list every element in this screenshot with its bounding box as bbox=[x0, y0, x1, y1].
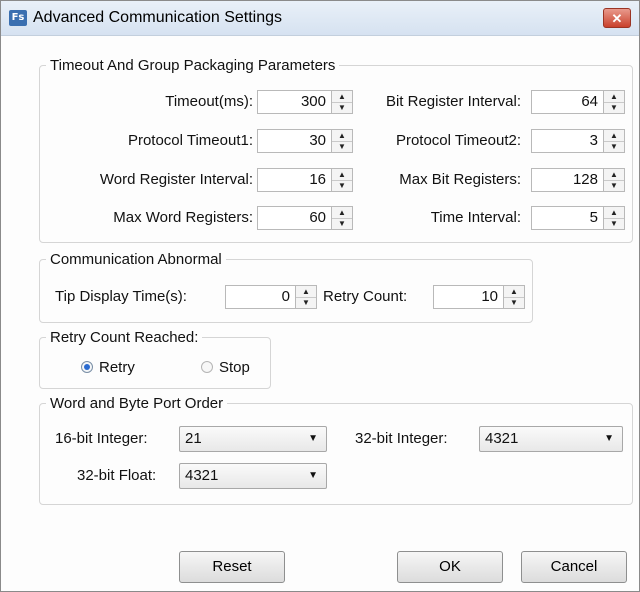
window-title: Advanced Communication Settings bbox=[33, 9, 283, 26]
spin-buttons: ▲ ▼ bbox=[331, 207, 352, 229]
max-word-registers-spinbox[interactable]: 60 ▲ ▼ bbox=[257, 206, 353, 230]
timeout-value[interactable]: 300 bbox=[258, 91, 330, 113]
spin-down-icon[interactable]: ▼ bbox=[332, 218, 352, 229]
stop-radio[interactable]: Stop bbox=[201, 357, 271, 379]
retry-radio-label[interactable]: Retry bbox=[99, 357, 135, 379]
spin-buttons: ▲ ▼ bbox=[331, 169, 352, 191]
max-word-registers-label: Max Word Registers: bbox=[113, 209, 253, 226]
cancel-button[interactable]: Cancel bbox=[521, 551, 627, 583]
app-logo-icon: Fs bbox=[9, 10, 27, 26]
spin-buttons: ▲ ▼ bbox=[603, 91, 624, 113]
time-interval-spinbox[interactable]: 5 ▲ ▼ bbox=[531, 206, 625, 230]
word-register-interval-label: Word Register Interval: bbox=[99, 171, 253, 188]
protocol-timeout2-spinbox[interactable]: 3 ▲ ▼ bbox=[531, 129, 625, 153]
tip-display-time-value[interactable]: 0 bbox=[226, 286, 294, 308]
chevron-down-icon[interactable]: ▼ bbox=[308, 427, 318, 451]
spin-down-icon[interactable]: ▼ bbox=[604, 180, 624, 191]
int16-order-select[interactable]: 21 ▼ bbox=[179, 426, 327, 452]
timeout-label: Timeout(ms): bbox=[165, 93, 253, 110]
advanced-communication-settings-dialog: Fs Advanced Communication Settings ✕ Tim… bbox=[0, 0, 640, 592]
spin-down-icon[interactable]: ▼ bbox=[332, 180, 352, 191]
float32-order-value[interactable]: 4321 bbox=[185, 464, 218, 488]
protocol-timeout1-spinbox[interactable]: 30 ▲ ▼ bbox=[257, 129, 353, 153]
bit-register-interval-label: Bit Register Interval: bbox=[385, 93, 521, 110]
float32-order-select[interactable]: 4321 ▼ bbox=[179, 463, 327, 489]
spin-down-icon[interactable]: ▼ bbox=[604, 141, 624, 152]
retry-count-value[interactable]: 10 bbox=[434, 286, 502, 308]
word-register-interval-value[interactable]: 16 bbox=[258, 169, 330, 191]
spin-down-icon[interactable]: ▼ bbox=[504, 297, 524, 308]
bit-register-interval-spinbox[interactable]: 64 ▲ ▼ bbox=[531, 90, 625, 114]
time-interval-value[interactable]: 5 bbox=[532, 207, 602, 229]
retry-count-spinbox[interactable]: 10 ▲ ▼ bbox=[433, 285, 525, 309]
max-bit-registers-spinbox[interactable]: 128 ▲ ▼ bbox=[531, 168, 625, 192]
retry-count-label: Retry Count: bbox=[323, 288, 408, 305]
spin-down-icon[interactable]: ▼ bbox=[604, 102, 624, 113]
tip-display-time-spinbox[interactable]: 0 ▲ ▼ bbox=[225, 285, 317, 309]
spin-buttons: ▲ ▼ bbox=[295, 286, 316, 308]
int32-order-select[interactable]: 4321 ▼ bbox=[479, 426, 623, 452]
protocol-timeout2-label: Protocol Timeout2: bbox=[395, 132, 521, 149]
int32-label: 32-bit Integer: bbox=[355, 430, 448, 447]
protocol-timeout1-value[interactable]: 30 bbox=[258, 130, 330, 152]
max-bit-registers-label: Max Bit Registers: bbox=[399, 171, 521, 188]
time-interval-label: Time Interval: bbox=[430, 209, 521, 226]
float32-label: 32-bit Float: bbox=[77, 467, 157, 484]
protocol-timeout1-label: Protocol Timeout1: bbox=[127, 132, 253, 149]
spin-down-icon[interactable]: ▼ bbox=[332, 102, 352, 113]
chevron-down-icon[interactable]: ▼ bbox=[604, 427, 614, 451]
radio-selected-icon[interactable] bbox=[81, 361, 93, 373]
max-bit-registers-value[interactable]: 128 bbox=[532, 169, 602, 191]
spin-down-icon[interactable]: ▼ bbox=[332, 141, 352, 152]
word-register-interval-spinbox[interactable]: 16 ▲ ▼ bbox=[257, 168, 353, 192]
tip-display-time-label: Tip Display Time(s): bbox=[55, 288, 187, 305]
spin-buttons: ▲ ▼ bbox=[603, 130, 624, 152]
close-button[interactable]: ✕ bbox=[603, 8, 631, 28]
max-word-registers-value[interactable]: 60 bbox=[258, 207, 330, 229]
title-bar: Fs Advanced Communication Settings ✕ bbox=[1, 1, 639, 36]
retry-radio[interactable]: Retry bbox=[81, 357, 161, 379]
communication-abnormal-legend: Communication Abnormal bbox=[50, 251, 222, 268]
spin-buttons: ▲ ▼ bbox=[503, 286, 524, 308]
spin-down-icon[interactable]: ▼ bbox=[604, 218, 624, 229]
stop-radio-label[interactable]: Stop bbox=[219, 357, 250, 379]
int16-label: 16-bit Integer: bbox=[55, 430, 148, 447]
chevron-down-icon[interactable]: ▼ bbox=[308, 464, 318, 488]
timeout-spinbox[interactable]: 300 ▲ ▼ bbox=[257, 90, 353, 114]
reset-button[interactable]: Reset bbox=[179, 551, 285, 583]
retry-count-reached-legend: Retry Count Reached: bbox=[50, 329, 199, 346]
protocol-timeout2-value[interactable]: 3 bbox=[532, 130, 602, 152]
ok-button[interactable]: OK bbox=[397, 551, 503, 583]
spin-buttons: ▲ ▼ bbox=[331, 130, 352, 152]
int32-order-value[interactable]: 4321 bbox=[485, 427, 518, 451]
spin-buttons: ▲ ▼ bbox=[603, 169, 624, 191]
spin-buttons: ▲ ▼ bbox=[331, 91, 352, 113]
spin-down-icon[interactable]: ▼ bbox=[296, 297, 316, 308]
spin-buttons: ▲ ▼ bbox=[603, 207, 624, 229]
int16-order-value[interactable]: 21 bbox=[185, 427, 202, 451]
bit-register-interval-value[interactable]: 64 bbox=[532, 91, 602, 113]
port-order-legend: Word and Byte Port Order bbox=[50, 395, 224, 412]
timeout-group-legend: Timeout And Group Packaging Parameters bbox=[50, 57, 336, 74]
radio-unselected-icon[interactable] bbox=[201, 361, 213, 373]
